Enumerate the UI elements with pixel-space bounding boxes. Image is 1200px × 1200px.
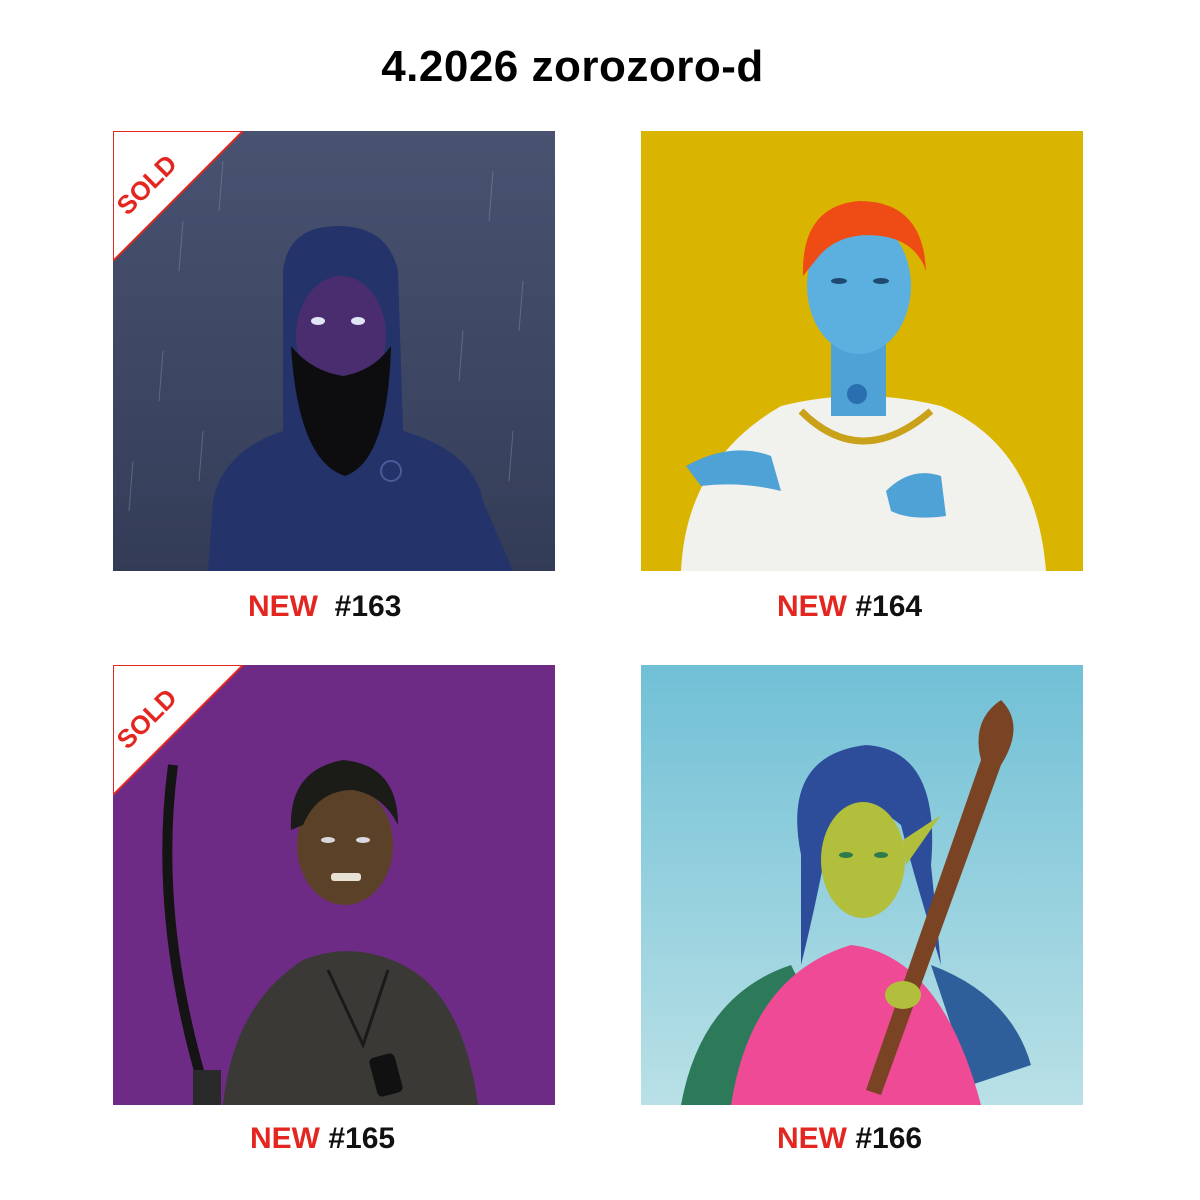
- samurai-with-katana-image: [113, 665, 555, 1105]
- artwork-number: #164: [855, 590, 923, 623]
- artwork-card-166[interactable]: [641, 665, 1083, 1105]
- hooded-bearded-figure-in-rain-image: [113, 131, 555, 571]
- new-label: NEW: [250, 1122, 320, 1155]
- page-title: 4.2026 zorozoro-d: [381, 42, 764, 91]
- new-label: NEW: [777, 1122, 847, 1155]
- artwork-number: #165: [328, 1122, 396, 1155]
- artwork-caption-164: NEW #164: [777, 590, 922, 624]
- artwork-card-165[interactable]: SOLD: [113, 665, 555, 1105]
- artwork-caption-166: NEW #166: [777, 1122, 922, 1156]
- elf-girl-with-staff-image: [641, 665, 1083, 1105]
- new-label: NEW: [248, 590, 318, 623]
- artwork-caption-163: NEW #163: [248, 590, 401, 624]
- artwork-card-164[interactable]: [641, 131, 1083, 571]
- artwork-number: #163: [334, 590, 402, 623]
- new-label: NEW: [777, 590, 847, 623]
- artwork-card-163[interactable]: SOLD: [113, 131, 555, 571]
- artwork-number: #166: [855, 1122, 923, 1155]
- blue-skinned-figure-with-orange-hair-image: [641, 131, 1083, 571]
- artwork-caption-165: NEW #165: [250, 1122, 395, 1156]
